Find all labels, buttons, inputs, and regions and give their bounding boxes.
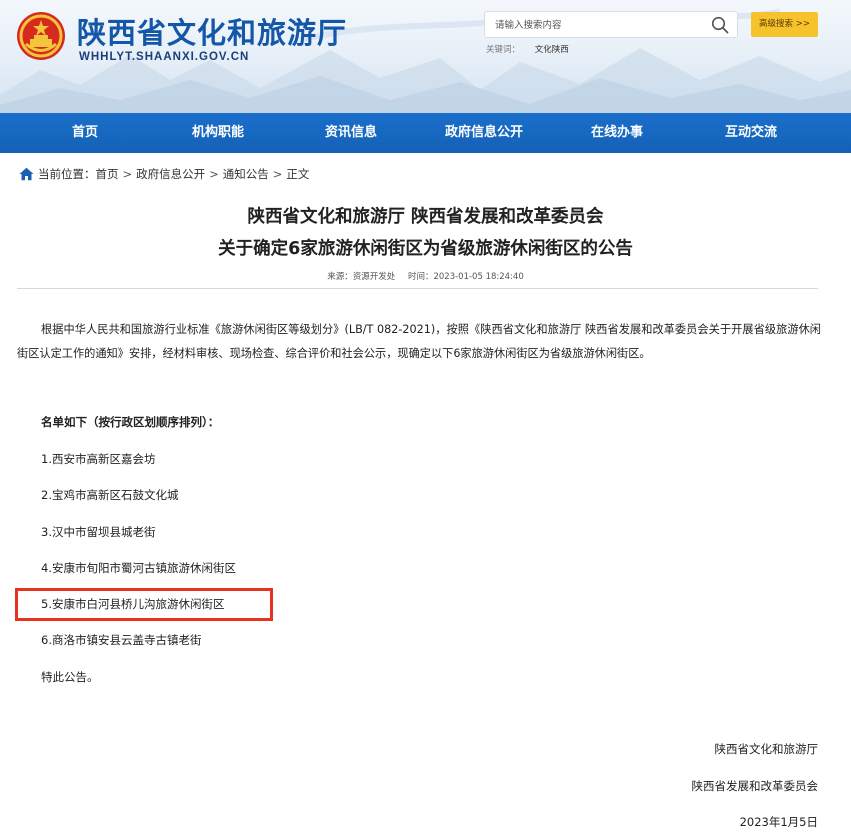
list-item: 4.安康市旬阳市蜀河古镇旅游休闲街区 [41, 561, 236, 575]
search-box [484, 11, 738, 38]
site-domain: WHHLYT.SHAANXI.GOV.CN [79, 51, 250, 63]
breadcrumb-notices[interactable]: 通知公告 [223, 166, 269, 182]
advanced-search-button[interactable]: 高级搜索 >> [751, 12, 818, 37]
signer-culture-tourism: 陕西省文化和旅游厅 [714, 742, 819, 756]
hot-words-label: 关键词： [486, 45, 521, 55]
list-item: 3.汉中市留坝县城老街 [41, 525, 156, 539]
breadcrumb-current: 正文 [286, 167, 310, 181]
article-source: 来源：资源开发处 [327, 272, 396, 282]
site-header: 陕西省文化和旅游厅 WHHLYT.SHAANXI.GOV.CN 高级搜索 >> … [0, 0, 851, 113]
article-body: 根据中华人民共和国旅游行业标准《旅游休闲街区等级划分》(LB/T 082-202… [17, 323, 821, 360]
home-icon [19, 167, 34, 181]
main-nav: 首页 机构职能 资讯信息 政府信息公开 在线办事 互动交流 [0, 113, 851, 153]
article-title-line1: 陕西省文化和旅游厅 陕西省发展和改革委员会 [247, 207, 604, 227]
list-item: 2.宝鸡市高新区石鼓文化城 [41, 488, 179, 502]
search-input[interactable] [495, 16, 700, 34]
breadcrumb: 当前位置： 首页 > 政府信息公开 > 通知公告 > 正文 [19, 166, 309, 182]
nav-item-home[interactable]: 首页 [30, 113, 140, 153]
list-heading: 名单如下（按行政区划顺序排列）： [41, 415, 220, 429]
breadcrumb-prefix: 当前位置： [38, 167, 96, 181]
closing-text: 特此公告。 [41, 670, 99, 684]
article-title-line2: 关于确定6家旅游休闲街区为省级旅游休闲街区的公告 [218, 239, 633, 259]
site-title[interactable]: 陕西省文化和旅游厅 [77, 10, 347, 52]
article-date: 2023年1月5日 [739, 815, 818, 829]
signer-development-reform: 陕西省发展和改革委员会 [691, 779, 819, 793]
nav-item-interaction[interactable]: 互动交流 [696, 113, 806, 153]
article-meta: 来源：资源开发处 时间：2023-01-05 18:24:40 [0, 270, 851, 282]
breadcrumb-gov-info[interactable]: 政府信息公开 [136, 166, 205, 182]
breadcrumb-separator: > [209, 167, 219, 181]
search-icon[interactable] [711, 16, 729, 34]
list-item: 6.商洛市镇安县云盖寺古镇老街 [41, 633, 202, 647]
highlight-box [15, 588, 273, 621]
hot-word-link[interactable]: 文化陕西 [535, 45, 569, 55]
national-emblem-icon [17, 12, 65, 60]
nav-item-online-service[interactable]: 在线办事 [562, 113, 672, 153]
breadcrumb-separator: > [272, 167, 283, 181]
nav-item-functions[interactable]: 机构职能 [163, 113, 273, 153]
article-time: 时间：2023-01-05 18:24:40 [407, 272, 524, 282]
list-item: 1.西安市高新区嘉会坊 [41, 452, 156, 466]
breadcrumb-separator: > [122, 167, 133, 181]
title-divider [17, 288, 818, 289]
hot-words: 关键词： 文化陕西 [486, 43, 569, 55]
nav-item-news[interactable]: 资讯信息 [296, 113, 406, 153]
nav-item-gov-info[interactable]: 政府信息公开 [429, 113, 539, 153]
breadcrumb-home[interactable]: 首页 [96, 166, 119, 182]
